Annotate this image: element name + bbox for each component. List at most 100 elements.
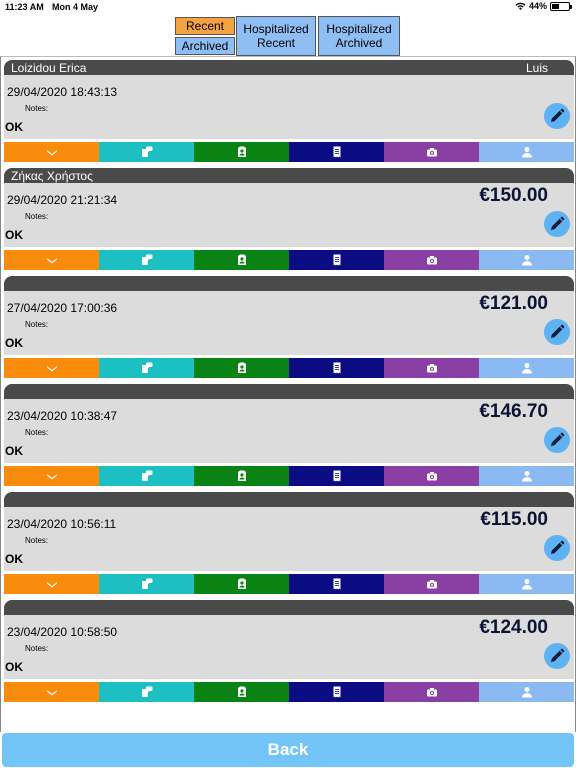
status-time: 11:23 AM (5, 2, 44, 12)
action-person-button[interactable] (479, 250, 574, 270)
action-chevron-down-button[interactable] (4, 682, 99, 702)
visit-card[interactable]: 23/04/2020 10:58:50 Notes: OK €124.00 (4, 600, 574, 702)
user-badge-icon (236, 578, 248, 590)
visit-date: 29/04/2020 21:21:34 (7, 193, 118, 207)
card-actions (4, 142, 574, 162)
action-document-button[interactable] (289, 358, 384, 378)
back-button[interactable]: Back (2, 733, 574, 767)
action-chat-button[interactable] (99, 682, 194, 702)
action-chat-button[interactable] (99, 250, 194, 270)
status-text: OK (5, 120, 23, 134)
action-user-badge-button[interactable] (194, 682, 289, 702)
card-body[interactable]: 29/04/2020 21:21:34 Notes: OK €150.00 (4, 183, 574, 247)
card-body[interactable]: 23/04/2020 10:56:11 Notes: OK €115.00 (4, 507, 574, 571)
action-user-badge-button[interactable] (194, 142, 289, 162)
card-header: Loizidou Erica Luis (4, 60, 574, 75)
action-camera-button[interactable] (384, 682, 479, 702)
edit-button[interactable] (544, 319, 570, 345)
visit-list[interactable]: Loizidou Erica Luis 29/04/2020 18:43:13 Not… (0, 56, 576, 732)
pencil-icon (549, 108, 565, 124)
visit-date: 23/04/2020 10:58:50 (7, 625, 118, 639)
tab-hospitalized-recent-line1: Hospitalized (243, 22, 309, 36)
action-chevron-down-button[interactable] (4, 574, 99, 594)
tab-archived[interactable]: Archived (175, 37, 235, 55)
notes-label: Notes: (25, 644, 49, 653)
action-document-button[interactable] (289, 142, 384, 162)
action-user-badge-button[interactable] (194, 250, 289, 270)
card-header (4, 492, 574, 507)
action-chevron-down-button[interactable] (4, 358, 99, 378)
camera-icon (426, 146, 438, 158)
card-body[interactable]: 23/04/2020 10:58:50 Notes: OK €124.00 (4, 615, 574, 679)
patient-name: Loizidou Erica (11, 61, 87, 75)
user-badge-icon (236, 470, 248, 482)
action-camera-button[interactable] (384, 466, 479, 486)
price: €115.00 (480, 509, 548, 530)
card-body[interactable]: 27/04/2020 17:00:36 Notes: OK €121.00 (4, 291, 574, 355)
action-user-badge-button[interactable] (194, 466, 289, 486)
action-chat-button[interactable] (99, 358, 194, 378)
action-person-button[interactable] (479, 466, 574, 486)
action-camera-button[interactable] (384, 142, 479, 162)
wifi-icon (515, 2, 526, 10)
edit-button[interactable] (544, 211, 570, 237)
edit-button[interactable] (544, 427, 570, 453)
edit-button[interactable] (544, 103, 570, 129)
action-camera-button[interactable] (384, 358, 479, 378)
action-user-badge-button[interactable] (194, 358, 289, 378)
chat-icon (141, 146, 153, 158)
status-text: OK (5, 228, 23, 242)
action-user-badge-button[interactable] (194, 574, 289, 594)
document-icon (331, 578, 343, 590)
status-text: OK (5, 552, 23, 566)
card-actions (4, 250, 574, 270)
edit-button[interactable] (544, 535, 570, 561)
chevron-down-icon (46, 686, 58, 698)
tab-hospitalized-archived[interactable]: Hospitalized Archived (318, 16, 400, 56)
visit-card[interactable]: Loizidou Erica Luis 29/04/2020 18:43:13 Not… (4, 60, 574, 162)
tab-hospitalized-recent[interactable]: Hospitalized Recent (236, 16, 316, 56)
action-chevron-down-button[interactable] (4, 142, 99, 162)
action-person-button[interactable] (479, 358, 574, 378)
battery-icon (550, 1, 572, 11)
action-document-button[interactable] (289, 682, 384, 702)
tab-recent[interactable]: Recent (175, 17, 235, 35)
card-body[interactable]: 29/04/2020 18:43:13 Notes: OK (4, 75, 574, 139)
action-chat-button[interactable] (99, 574, 194, 594)
action-camera-button[interactable] (384, 574, 479, 594)
action-document-button[interactable] (289, 250, 384, 270)
visit-card[interactable]: 27/04/2020 17:00:36 Notes: OK €121.00 (4, 276, 574, 378)
person-icon (521, 578, 533, 590)
camera-icon (426, 362, 438, 374)
action-document-button[interactable] (289, 574, 384, 594)
camera-icon (426, 578, 438, 590)
status-text: OK (5, 660, 23, 674)
action-chat-button[interactable] (99, 142, 194, 162)
action-person-button[interactable] (479, 574, 574, 594)
chevron-down-icon (46, 362, 58, 374)
visit-card[interactable]: Ζήκας Χρήστος 29/04/2020 21:21:34 Notes: OK… (4, 168, 574, 270)
chat-icon (141, 254, 153, 266)
card-body[interactable]: 23/04/2020 10:38:47 Notes: OK €146.70 (4, 399, 574, 463)
visit-card[interactable]: 23/04/2020 10:38:47 Notes: OK €146.70 (4, 384, 574, 486)
action-document-button[interactable] (289, 466, 384, 486)
card-actions (4, 574, 574, 594)
action-chevron-down-button[interactable] (4, 466, 99, 486)
camera-icon (426, 686, 438, 698)
action-chat-button[interactable] (99, 466, 194, 486)
action-chevron-down-button[interactable] (4, 250, 99, 270)
price: €150.00 (479, 185, 548, 206)
patient-name: Ζήκας Χρήστος (11, 169, 93, 183)
card-actions (4, 466, 574, 486)
action-person-button[interactable] (479, 142, 574, 162)
action-camera-button[interactable] (384, 250, 479, 270)
pencil-icon (549, 648, 565, 664)
user-badge-icon (236, 362, 248, 374)
visit-date: 27/04/2020 17:00:36 (7, 301, 118, 315)
visit-card[interactable]: 23/04/2020 10:56:11 Notes: OK €115.00 (4, 492, 574, 594)
price: €124.00 (479, 617, 548, 638)
edit-button[interactable] (544, 643, 570, 669)
notes-label: Notes: (25, 104, 49, 113)
action-person-button[interactable] (479, 682, 574, 702)
person-icon (521, 254, 533, 266)
